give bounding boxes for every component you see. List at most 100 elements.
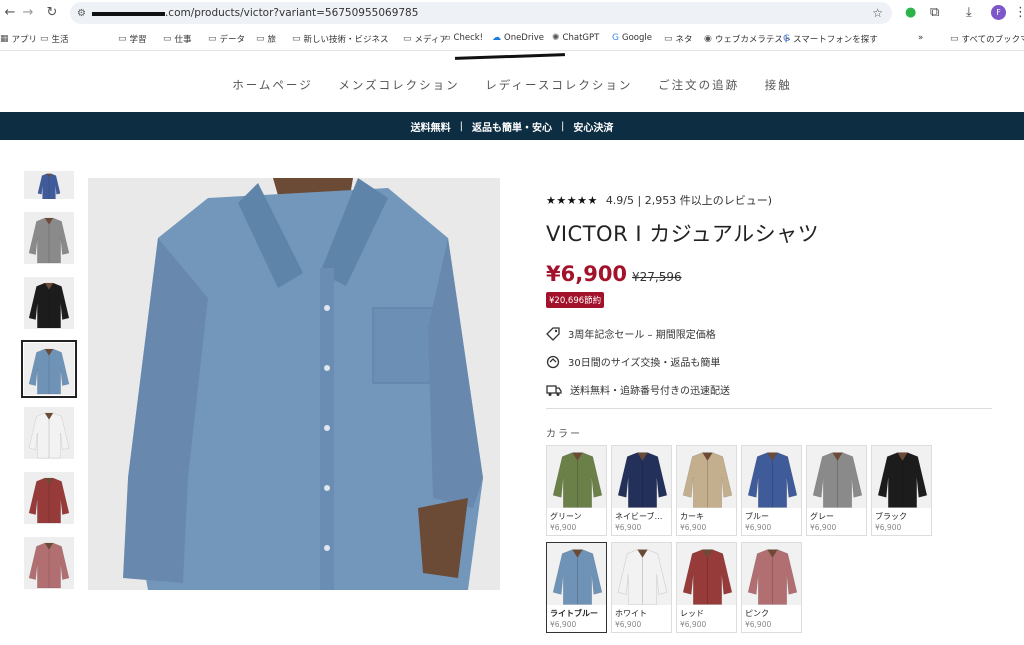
- color-swatch[interactable]: ネイビーブ… ¥6,900: [611, 445, 672, 536]
- gallery-thumbnail[interactable]: [24, 537, 74, 589]
- feature-shipping: 送料無料・追跡番号付きの迅速配送: [546, 382, 730, 397]
- bookmarks-overflow-icon[interactable]: »: [918, 33, 923, 43]
- swatch-price: ¥6,900: [680, 523, 707, 532]
- feature-sale: 3周年記念セール – 期間限定価格: [546, 326, 716, 341]
- nav-mens[interactable]: メンズコレクション: [338, 78, 459, 92]
- swatch-image: [807, 446, 866, 508]
- onedrive-icon: ☁: [492, 33, 501, 43]
- bookmark-item[interactable]: ▭ 仕事: [163, 33, 192, 45]
- swatch-name: ブラック: [875, 512, 907, 521]
- feature-returns: 30日間のサイズ交換・返品も簡単: [546, 354, 720, 369]
- swatch-price: ¥6,900: [550, 523, 577, 532]
- site-info-icon[interactable]: ⚙: [77, 8, 86, 19]
- main-nav: ホームページ メンズコレクション レディースコレクション ご注文の追跡 接触: [0, 77, 1024, 93]
- swatch-image: [547, 543, 606, 605]
- color-swatch[interactable]: ブルー ¥6,900: [741, 445, 802, 536]
- bookmark-item[interactable]: G スマートフォンを探す: [783, 33, 878, 45]
- color-swatch[interactable]: レッド ¥6,900: [676, 542, 737, 633]
- bookmark-item[interactable]: ✺ ChatGPT: [552, 33, 599, 43]
- bookmark-item[interactable]: ▭ ネタ: [664, 33, 693, 45]
- swatch-name: ブルー: [745, 512, 769, 521]
- color-swatch[interactable]: ライトブルー ¥6,900: [546, 542, 607, 633]
- swatch-price: ¥6,900: [875, 523, 902, 532]
- url-text: .com/products/victor?variant=56750955069…: [164, 7, 419, 19]
- truck-icon: [546, 384, 562, 396]
- store-logo[interactable]: [454, 53, 566, 60]
- color-swatch[interactable]: カーキ ¥6,900: [676, 445, 737, 536]
- extensions-puzzle-icon[interactable]: ⧉: [930, 5, 939, 20]
- color-swatch[interactable]: ピンク ¥6,900: [741, 542, 802, 633]
- gallery-thumbnail[interactable]: [24, 212, 74, 264]
- swatch-name: カーキ: [680, 512, 704, 521]
- gallery-thumbnail[interactable]: [24, 407, 74, 459]
- promo-banner: 送料無料 | 返品も簡単・安心 | 安心決済: [0, 112, 1024, 140]
- folder-icon: ▭: [442, 33, 451, 43]
- back-icon[interactable]: ←: [0, 5, 20, 20]
- rating-summary[interactable]: ★★★★★ 4.9/5 | 2,953 件以上のレビュー): [546, 192, 772, 208]
- bookmark-item[interactable]: ▭ 新しい技術・ビジネス: [292, 33, 389, 45]
- savings-badge: ¥20,696節約: [546, 292, 605, 308]
- folder-icon: ▭: [40, 34, 49, 44]
- return-hand-icon: [546, 355, 560, 368]
- swatch-image: [547, 446, 606, 508]
- gallery-thumbnail[interactable]: [24, 472, 74, 524]
- nav-home[interactable]: ホームページ: [232, 78, 312, 92]
- redacted-domain: [91, 12, 165, 16]
- bookmark-item[interactable]: G Google: [612, 33, 652, 43]
- rating-text: 4.9/5 | 2,953 件以上のレビュー): [605, 194, 772, 207]
- color-swatch[interactable]: グリーン ¥6,900: [546, 445, 607, 536]
- swatch-name: ホワイト: [615, 609, 647, 618]
- bookmark-item[interactable]: ▭ データ: [208, 33, 245, 45]
- product-title: VICTOR I カジュアルシャツ: [546, 222, 820, 246]
- nav-ladies[interactable]: レディースコレクション: [485, 78, 632, 92]
- gallery-thumbnail[interactable]: [24, 277, 74, 329]
- gallery-thumbnail[interactable]: [24, 171, 74, 199]
- color-swatch[interactable]: ホワイト ¥6,900: [611, 542, 672, 633]
- chatgpt-icon: ✺: [552, 33, 560, 43]
- all-bookmarks[interactable]: ▭すべてのブックマーク: [950, 33, 1024, 45]
- main-product-image[interactable]: [88, 178, 500, 590]
- forward-icon[interactable]: →: [18, 5, 38, 20]
- color-swatch[interactable]: グレー ¥6,900: [806, 445, 867, 536]
- download-icon[interactable]: ⤓: [966, 5, 972, 20]
- swatch-name: ピンク: [745, 609, 769, 618]
- folder-icon: ▭: [292, 34, 301, 44]
- reload-icon[interactable]: ↻: [42, 5, 62, 20]
- google-icon: G: [612, 33, 619, 43]
- swatch-name: グレー: [810, 512, 834, 521]
- folder-icon: ▭: [208, 34, 217, 44]
- bookmark-item[interactable]: ☁ OneDrive: [492, 33, 544, 43]
- swatch-price: ¥6,900: [680, 620, 707, 629]
- banner-secure-payment: 安心決済: [573, 122, 614, 134]
- swatch-image: [612, 543, 671, 605]
- color-swatch[interactable]: ブラック ¥6,900: [871, 445, 932, 536]
- profile-avatar[interactable]: F: [991, 5, 1006, 20]
- swatch-name: ライトブルー: [550, 609, 598, 618]
- bookmarks-bar: ▦ アプリ ▭ 生活 ▭ 学習 ▭ 仕事 ▭ データ ▭ 旅 ▭ 新しい技術・ビジネス ▭ メディア ▭ Chec…: [0, 27, 1024, 51]
- divider: [546, 408, 992, 409]
- swatch-image: [742, 543, 801, 605]
- bookmark-item[interactable]: ▭ Check!: [442, 33, 483, 43]
- folder-icon: ▭: [403, 34, 412, 44]
- browser-toolbar: ← → ↻ ⚙ .com/products/victor?variant=567…: [0, 0, 1024, 27]
- swatch-name: ネイビーブ…: [615, 512, 663, 521]
- bookmark-item[interactable]: ◉ ウェブカメラテスト: [704, 33, 791, 45]
- swatch-price: ¥6,900: [745, 523, 772, 532]
- swatch-image: [872, 446, 931, 508]
- bookmark-item[interactable]: ▭ 旅: [256, 33, 276, 45]
- banner-easy-returns: 返品も簡単・安心: [472, 122, 552, 134]
- bookmark-item[interactable]: ▭ 学習: [118, 33, 147, 45]
- gallery-thumbnail[interactable]: [21, 340, 77, 398]
- bookmark-item[interactable]: ▭ 生活: [40, 33, 69, 45]
- swatch-price: ¥6,900: [550, 620, 577, 629]
- folder-icon: ▭: [118, 34, 127, 44]
- nav-order-tracking[interactable]: ご注文の追跡: [658, 78, 739, 92]
- folder-icon: ▭: [950, 34, 959, 44]
- menu-kebab-icon[interactable]: ⋮: [1014, 5, 1024, 20]
- bookmark-star-icon[interactable]: ☆: [872, 6, 883, 20]
- compare-price: ¥27,596: [632, 270, 682, 284]
- extension-green-icon[interactable]: ●: [905, 5, 916, 20]
- address-bar[interactable]: ⚙ .com/products/victor?variant=567509550…: [70, 2, 892, 24]
- nav-contact[interactable]: 接触: [765, 78, 792, 92]
- bookmark-item[interactable]: ▦ アプリ: [0, 33, 37, 45]
